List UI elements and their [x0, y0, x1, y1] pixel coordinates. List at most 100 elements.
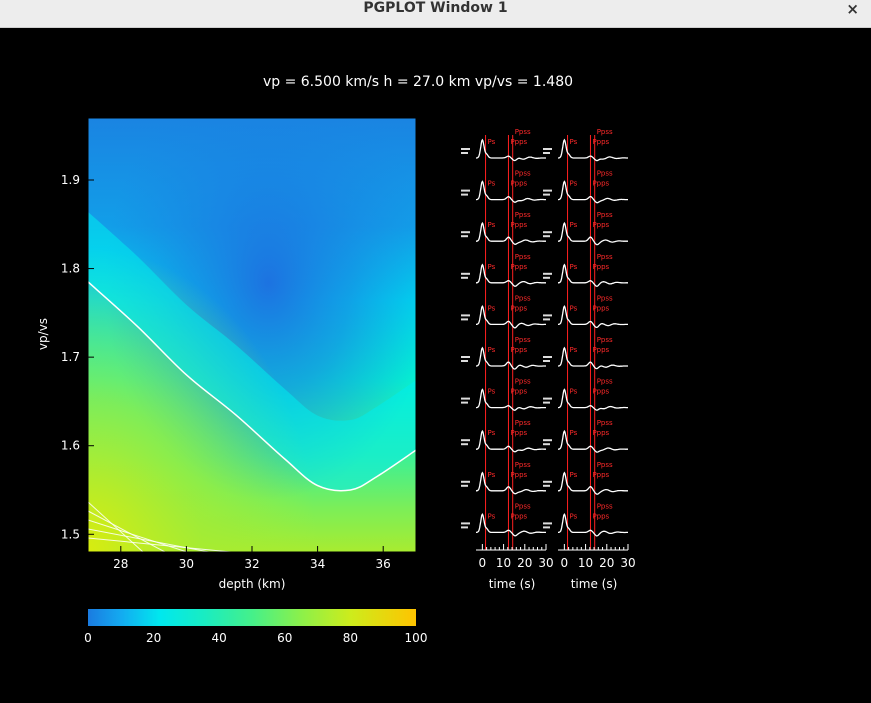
trace-annotation-mark	[543, 360, 550, 362]
phase-label-ppss: Ppss	[515, 336, 531, 344]
heatmap-xtick-label: 34	[310, 557, 325, 571]
trace-annotation-mark	[461, 193, 468, 196]
phase-label-ppps: Ppps	[592, 429, 609, 437]
phase-label-ppss: Ppss	[597, 378, 613, 386]
phase-label-ps: Ps	[488, 346, 496, 354]
trace-annotation-mark	[543, 152, 550, 154]
trace-annotation-mark	[543, 314, 552, 317]
trace-annotation-mark	[461, 401, 468, 404]
phase-label-ppss: Ppss	[597, 128, 613, 136]
plot-header: vp = 6.500 km/s h = 27.0 km vp/vs = 1.48…	[263, 74, 573, 90]
trace-annotation-mark	[461, 526, 468, 529]
rf-time-tick-label: 30	[538, 556, 553, 570]
phase-label-ppps: Ppps	[592, 471, 609, 479]
trace-annotation-mark	[461, 152, 468, 154]
phase-label-ppps: Ppps	[510, 429, 527, 437]
phase-label-ps: Ps	[570, 221, 578, 229]
trace-annotation-mark	[543, 439, 552, 442]
phase-label-ppps: Ppps	[592, 346, 609, 354]
trace-annotation-mark	[543, 526, 550, 529]
trace-annotation-mark	[461, 276, 468, 279]
phase-label-ppps: Ppps	[510, 138, 527, 146]
phase-label-ppss: Ppss	[597, 336, 613, 344]
phase-label-ppps: Ppps	[592, 180, 609, 188]
heatmap-xtick-label: 30	[179, 557, 194, 571]
phase-label-ps: Ps	[488, 388, 496, 396]
colorbar-tick-label: 0	[84, 631, 92, 645]
heatmap-ytick-label: 1.5	[61, 527, 80, 541]
trace-annotation-mark	[543, 189, 552, 192]
heatmap-ylabel: vp/vs	[36, 318, 50, 350]
phase-label-ppss: Ppss	[515, 211, 531, 219]
trace-annotation-mark	[461, 360, 468, 362]
phase-label-ps: Ps	[570, 388, 578, 396]
phase-label-ppps: Ppps	[510, 263, 527, 271]
trace-annotation-mark	[461, 443, 468, 446]
rf-xlabel-right: time (s)	[571, 577, 618, 591]
trace-annotation-mark	[461, 484, 468, 487]
trace-annotation-mark	[461, 522, 470, 525]
heatmap-ytick-label: 1.8	[61, 262, 80, 276]
trace-annotation-mark	[543, 484, 550, 487]
trace-annotation-mark	[543, 235, 550, 238]
phase-label-ppps: Ppps	[510, 221, 527, 229]
trace-annotation-mark	[543, 401, 550, 404]
trace-annotation-mark	[543, 231, 552, 234]
phase-label-ppss: Ppss	[515, 253, 531, 261]
phase-label-ppps: Ppps	[510, 346, 527, 354]
trace-annotation-mark	[461, 397, 470, 400]
trace-annotation-mark	[543, 272, 552, 275]
phase-label-ps: Ps	[570, 263, 578, 271]
colorbar-tick-label: 60	[277, 631, 292, 645]
phase-label-ps: Ps	[488, 138, 496, 146]
trace-annotation-mark	[543, 443, 550, 446]
phase-label-ps: Ps	[570, 138, 578, 146]
phase-label-ppss: Ppss	[597, 419, 613, 427]
phase-label-ppss: Ppss	[597, 294, 613, 302]
trace-annotation-mark	[543, 318, 550, 321]
phase-label-ppps: Ppps	[510, 388, 527, 396]
trace-annotation-mark	[461, 314, 470, 317]
trace-annotation-mark	[543, 148, 552, 150]
trace-annotation-mark	[461, 189, 470, 192]
trace-annotation-mark	[461, 272, 470, 275]
phase-label-ps: Ps	[570, 471, 578, 479]
phase-label-ppss: Ppss	[515, 461, 531, 469]
rf-time-tick-label: 0	[561, 556, 569, 570]
title-bar: PGPLOT Window 1 ×	[0, 0, 871, 28]
phase-label-ps: Ps	[488, 471, 496, 479]
heatmap-high-corner	[88, 118, 416, 552]
heatmap-ytick-label: 1.7	[61, 350, 80, 364]
window-title: PGPLOT Window 1	[363, 0, 508, 16]
heatmap-xtick-label: 32	[244, 557, 259, 571]
trace-annotation-mark	[461, 439, 470, 442]
heatmap-ytick-label: 1.6	[61, 439, 80, 453]
phase-label-ppss: Ppss	[597, 502, 613, 510]
rf-time-tick-label: 20	[517, 556, 532, 570]
phase-label-ppss: Ppss	[515, 502, 531, 510]
trace-annotation-mark	[543, 397, 552, 400]
trace-annotation-mark	[543, 480, 552, 483]
close-icon[interactable]: ×	[846, 0, 859, 18]
colorbar-ticks: 0 20 40 60 80 100	[84, 631, 427, 645]
phase-label-ppss: Ppss	[515, 170, 531, 178]
receiver-function-panels: Ps Ppps Ppss Ps Ppps Ppss Ps Ppps Ppss Ps Ppps Ppss…	[461, 128, 636, 570]
heatmap-xtick-label: 36	[376, 557, 391, 571]
trace-annotation-mark	[461, 231, 470, 234]
phase-label-ps: Ps	[488, 304, 496, 312]
colorbar-tick-label: 20	[146, 631, 161, 645]
trace-annotation-mark	[461, 356, 470, 358]
trace-annotation-mark	[461, 235, 468, 238]
rf-time-tick-label: 20	[599, 556, 614, 570]
trace-annotation-mark	[461, 318, 468, 321]
rf-time-tick-label: 30	[620, 556, 635, 570]
trace-annotation-mark	[543, 522, 552, 525]
phase-label-ppps: Ppps	[592, 221, 609, 229]
colorbar-tick-label: 100	[405, 631, 428, 645]
colorbar-tick-label: 40	[212, 631, 227, 645]
colorbar	[88, 609, 416, 626]
phase-label-ppss: Ppss	[597, 461, 613, 469]
heatmap-ytick-label: 1.9	[61, 173, 80, 187]
rf-time-tick-label: 0	[479, 556, 487, 570]
phase-label-ppps: Ppps	[510, 471, 527, 479]
